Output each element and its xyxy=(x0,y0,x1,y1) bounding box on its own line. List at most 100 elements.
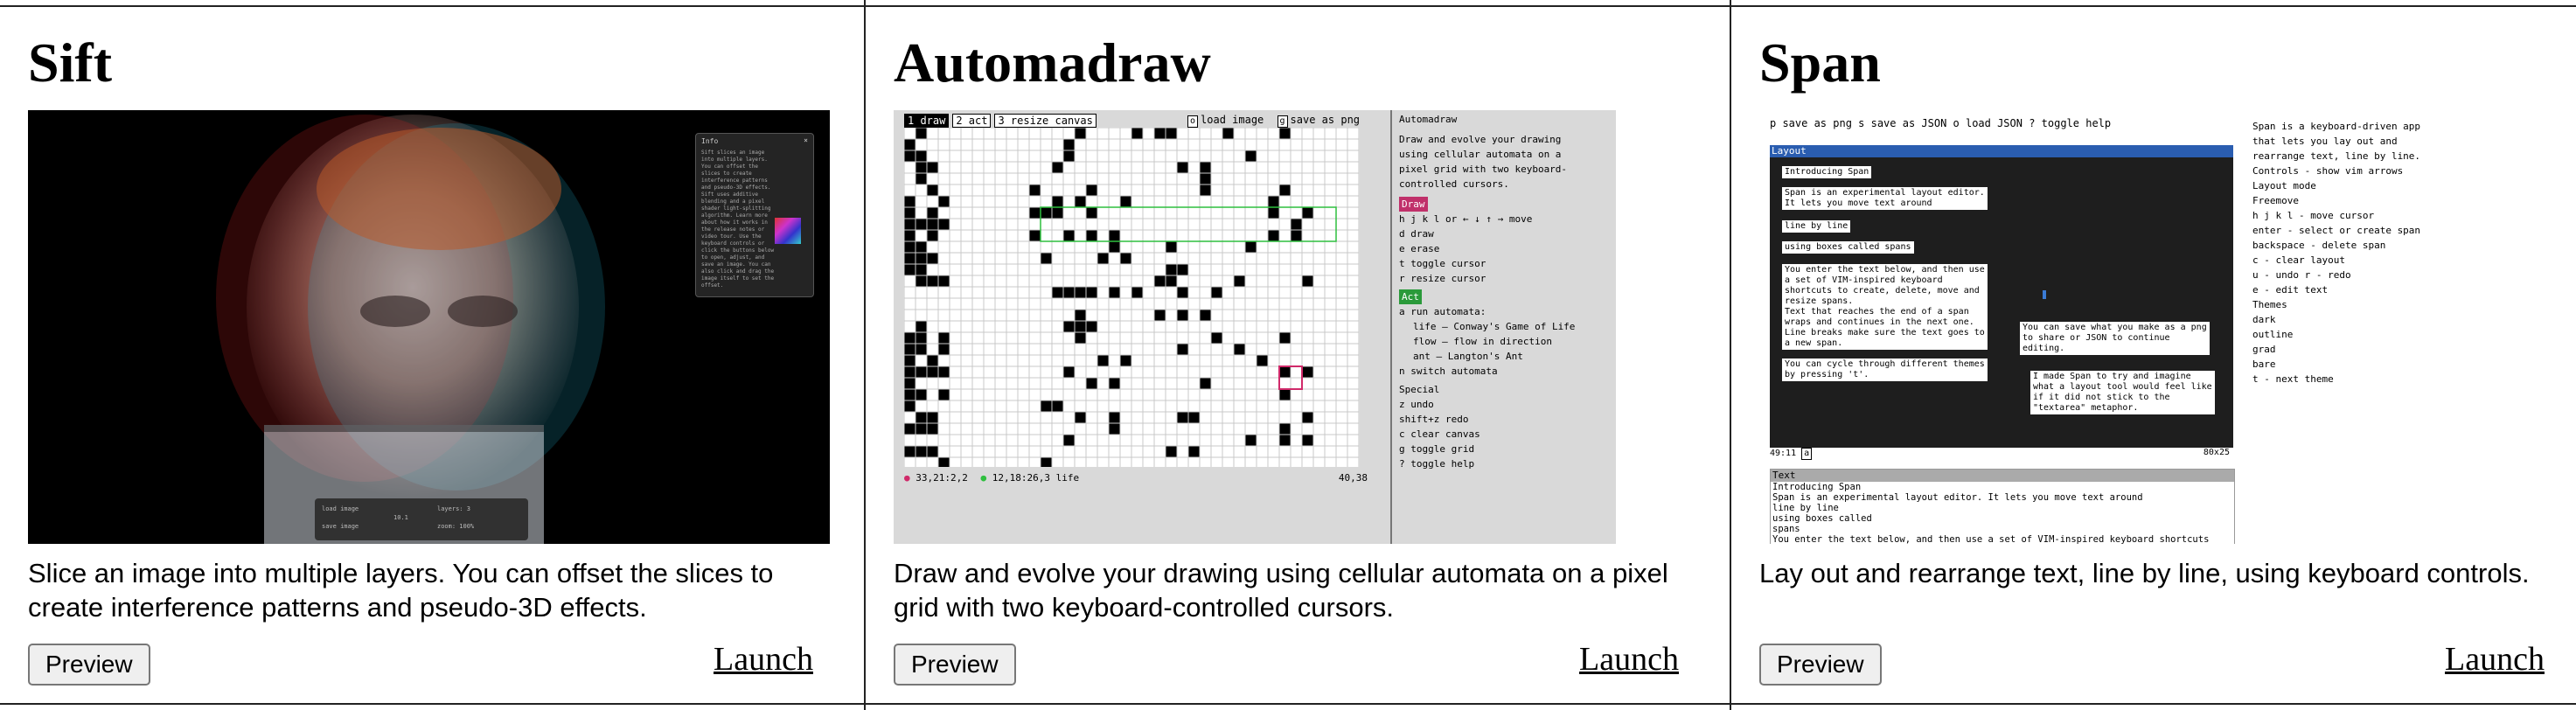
filled-cell xyxy=(916,150,927,162)
filled-cell xyxy=(916,264,927,275)
tab-resize-canvas[interactable]: 3 resize canvas xyxy=(994,114,1097,128)
filled-cell xyxy=(938,275,950,287)
filled-cell xyxy=(1268,230,1279,241)
span-box[interactable]: You can save what you make as a png to s… xyxy=(2020,322,2210,355)
filled-cell xyxy=(904,207,916,219)
filled-cell xyxy=(1075,412,1086,423)
filled-cell xyxy=(1131,287,1143,298)
span-box[interactable]: line by line xyxy=(1782,220,1851,233)
tab-act[interactable]: 2 act xyxy=(952,114,992,128)
filled-cell xyxy=(904,219,916,230)
card-title: Sift xyxy=(28,31,112,94)
filled-cell xyxy=(1188,446,1200,457)
filled-cell xyxy=(1029,207,1041,219)
file-actions: o load image g save as png xyxy=(1187,114,1360,128)
help-line: backspace - delete span xyxy=(2252,240,2386,251)
preview-button[interactable]: Preview xyxy=(894,644,1016,686)
status-key: a xyxy=(1801,448,1813,460)
close-icon[interactable]: × xyxy=(804,136,808,144)
span-topbar[interactable]: p save as png s save as JSON o load JSON… xyxy=(1770,117,2111,129)
filled-cell xyxy=(904,253,916,264)
launch-link[interactable]: Launch xyxy=(1579,640,1679,679)
filled-cell xyxy=(1188,412,1200,423)
filled-cell xyxy=(904,230,916,241)
help-divider xyxy=(1390,110,1392,544)
pink-cursor-dot: ● xyxy=(904,472,910,484)
pixel-canvas[interactable] xyxy=(904,128,1359,467)
filled-cell xyxy=(927,207,938,219)
filled-cell xyxy=(1245,241,1257,253)
filled-cell xyxy=(938,389,950,400)
filled-cell xyxy=(927,275,938,287)
filled-cell xyxy=(904,241,916,253)
launch-link[interactable]: Launch xyxy=(714,640,813,679)
launch-link[interactable]: Launch xyxy=(2445,640,2545,679)
text-panel-body[interactable]: Introducing Span Span is an experimental … xyxy=(1771,482,2234,544)
help-switch: n switch automata xyxy=(1399,365,1498,377)
filled-cell xyxy=(916,253,927,264)
filled-cell xyxy=(1291,230,1302,241)
status-mid: 12,18:26,3 life xyxy=(992,472,1080,484)
filled-cell xyxy=(1166,264,1177,275)
filled-cell xyxy=(1234,275,1245,287)
save-as-png-action[interactable]: save as png xyxy=(1291,114,1360,126)
help-line: Themes xyxy=(2252,299,2287,310)
layers-control[interactable]: layers: 3 xyxy=(437,505,470,512)
filled-cell xyxy=(1052,162,1063,173)
layout-panel[interactable]: Layout Introducing Span Span is an exper… xyxy=(1770,145,2233,460)
filled-cell xyxy=(1268,196,1279,207)
zoom-control[interactable]: zoom: 100% xyxy=(437,523,474,530)
filled-cell xyxy=(1075,128,1086,139)
filled-cell xyxy=(1075,321,1086,332)
card-description: Lay out and rearrange text, line by line… xyxy=(1759,558,2530,588)
preview-button[interactable]: Preview xyxy=(1759,644,1882,686)
tab-draw[interactable]: 1 draw xyxy=(904,114,950,128)
filled-cell xyxy=(1177,310,1188,321)
span-box[interactable]: Span is an experimental layout editor. I… xyxy=(1782,187,1988,210)
filled-cell xyxy=(1063,435,1075,446)
filled-cell xyxy=(927,230,938,241)
filled-cell xyxy=(904,423,916,435)
filled-cell xyxy=(1177,287,1188,298)
filled-cell xyxy=(916,241,927,253)
help-erase: e erase xyxy=(1399,243,1440,254)
text-line: line by line xyxy=(1772,503,1839,513)
filled-cell xyxy=(1279,128,1291,139)
text-line: Introducing Span xyxy=(1772,482,1862,492)
text-line: You enter the text below, and then use a… xyxy=(1772,534,2210,544)
filled-cell xyxy=(927,219,938,230)
help-panel: Span is a keyboard-driven app that lets y… xyxy=(2252,119,2550,386)
filled-cell xyxy=(1245,150,1257,162)
load-image-action[interactable]: load image xyxy=(1201,114,1264,126)
filled-cell xyxy=(938,366,950,378)
filled-cell xyxy=(1086,184,1097,196)
key-o: o xyxy=(1187,115,1199,128)
filled-cell xyxy=(1086,230,1097,241)
filled-cell xyxy=(927,253,938,264)
filled-cell xyxy=(927,423,938,435)
help-line: u - undo r - redo xyxy=(2252,269,2351,281)
filled-cell xyxy=(927,184,938,196)
filled-cell xyxy=(916,128,927,139)
filled-cell xyxy=(1052,287,1063,298)
preview-button[interactable]: Preview xyxy=(28,644,150,686)
filled-cell xyxy=(904,344,916,355)
filled-cell xyxy=(1166,241,1177,253)
load-image-button[interactable]: load image xyxy=(322,505,359,512)
filled-cell xyxy=(904,389,916,400)
save-image-button[interactable]: save image xyxy=(322,523,359,530)
filled-cell xyxy=(1075,310,1086,321)
text-cursor xyxy=(2043,290,2046,299)
text-panel[interactable]: Text Introducing Span Span is an experime… xyxy=(1770,469,2235,544)
help-line: enter - select or create span xyxy=(2252,225,2421,236)
span-box[interactable]: Introducing Span xyxy=(1782,166,1872,178)
filled-cell xyxy=(1063,366,1075,378)
span-box[interactable]: You enter the text below, and then use a… xyxy=(1782,264,1988,350)
filled-cell xyxy=(916,344,927,355)
filled-cell xyxy=(1086,378,1097,389)
span-box[interactable]: You can cycle through different themes b… xyxy=(1782,358,1988,381)
info-panel: Info × Sift slices an image into multipl… xyxy=(695,133,814,297)
filled-cell xyxy=(1211,287,1222,298)
span-box[interactable]: I made Span to try and imagine what a la… xyxy=(2030,371,2215,414)
span-box[interactable]: using boxes called spans xyxy=(1782,241,1914,254)
